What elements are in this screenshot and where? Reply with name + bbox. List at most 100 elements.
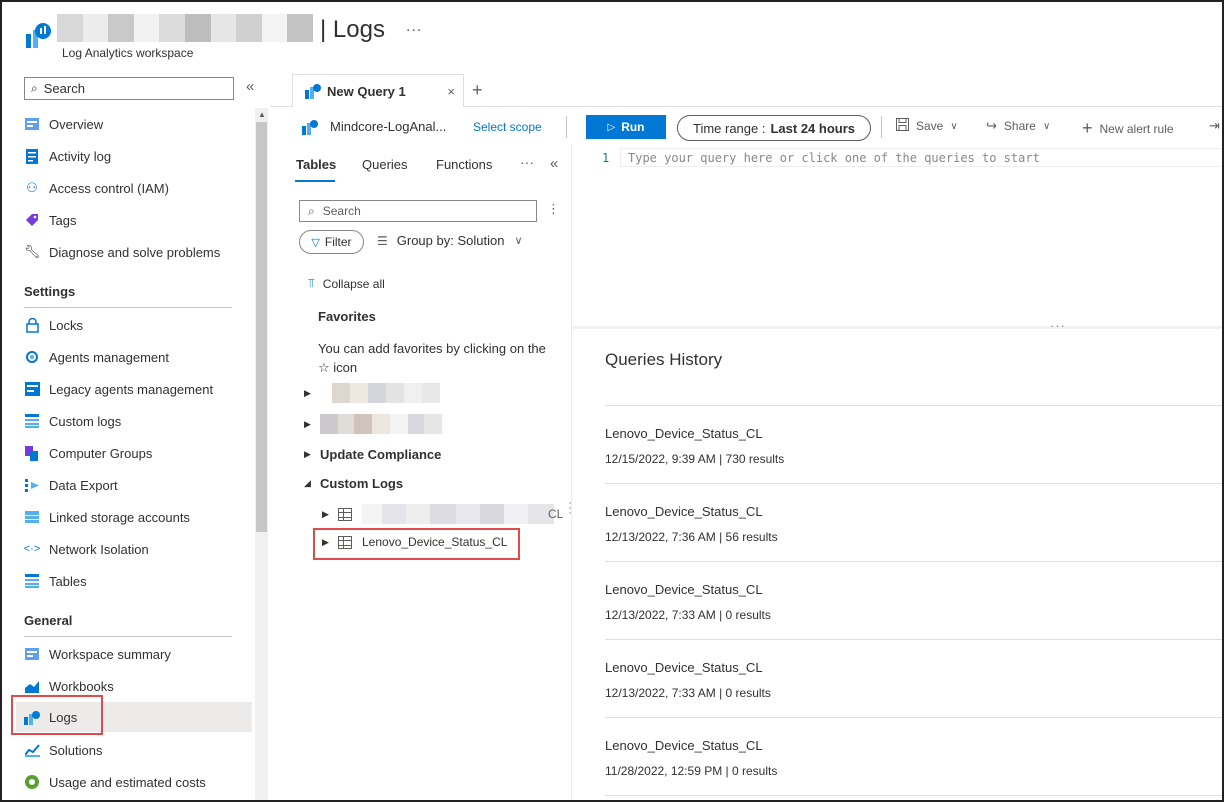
tab-tables[interactable]: Tables — [296, 157, 336, 172]
sidebar-item-computer-groups[interactable]: Computer Groups — [16, 438, 252, 468]
sidebar-item-label: Linked storage accounts — [49, 509, 190, 525]
sidebar-item-linked-storage[interactable]: Linked storage accounts — [16, 502, 252, 532]
sidebar-item-label: Computer Groups — [49, 445, 153, 461]
tree-item-update-compliance[interactable]: ▶ Update Compliance — [304, 447, 441, 462]
tab-new-query-1[interactable]: New Query 1 × — [292, 74, 464, 107]
sidebar-scrollbar[interactable]: ▲ — [255, 108, 268, 800]
sidebar-item-workspace-summary[interactable]: Workspace summary — [16, 639, 252, 669]
collapse-sidebar-icon[interactable]: « — [246, 78, 254, 95]
close-tab-icon[interactable]: × — [447, 84, 455, 99]
tab-functions[interactable]: Functions — [436, 157, 492, 172]
tree-item-redacted-table[interactable]: ▶ CL — [322, 504, 563, 524]
scroll-up-arrow-icon[interactable]: ▲ — [258, 110, 266, 119]
sidebar-item-activity-log[interactable]: Activity log — [16, 141, 252, 171]
sidebar-item-label: Locks — [49, 317, 83, 333]
time-range-picker[interactable]: Time range : Last 24 hours — [677, 115, 871, 141]
log-analytics-icon — [26, 23, 51, 48]
collapse-all-button[interactable]: ⫪ Collapse all — [308, 276, 385, 291]
sidebar-item-tags[interactable]: Tags — [16, 205, 252, 235]
history-item-name: Lenovo_Device_Status_CL — [605, 660, 763, 675]
sidebar-item-network-isolation[interactable]: <·> Network Isolation — [16, 534, 252, 564]
query-editor[interactable]: Type your query here or click one of the… — [628, 151, 1040, 165]
sidebar-item-solutions[interactable]: Solutions — [16, 735, 252, 765]
sidebar-item-label: Activity log — [49, 148, 112, 164]
expand-caret-icon: ▶ — [304, 387, 311, 398]
favorites-header: Favorites — [318, 309, 376, 324]
more-options-icon[interactable]: ... — [406, 18, 422, 36]
sidebar-item-legacy-agents[interactable]: Legacy agents management — [16, 374, 252, 404]
collapse-all-label: Collapse all — [322, 276, 385, 291]
pane-divider — [571, 144, 572, 800]
sidebar-item-locks[interactable]: Locks — [16, 310, 252, 340]
sidebar-item-diagnose[interactable]: 🔧︎ Diagnose and solve problems — [16, 237, 252, 267]
time-range-label: Time range : — [692, 120, 766, 136]
table-grid-icon — [338, 507, 352, 521]
history-item[interactable]: Lenovo_Device_Status_CL 12/15/2022, 9:39… — [605, 406, 1222, 484]
solutions-icon — [24, 742, 40, 758]
sidebar-item-agents-management[interactable]: Agents management — [16, 342, 252, 372]
query-tab-icon — [305, 84, 321, 99]
history-item-meta: 11/28/2022, 12:59 PM | 0 results — [605, 764, 778, 778]
sidebar-item-custom-logs[interactable]: Custom logs — [16, 406, 252, 436]
sidebar-item-overview[interactable]: Overview — [16, 109, 252, 139]
splitter-handle-icon[interactable]: ··· — [1050, 318, 1066, 333]
filter-label: Filter — [324, 235, 352, 249]
history-item-meta: 12/13/2022, 7:36 AM | 56 results — [605, 530, 778, 544]
history-item-meta: 12/15/2022, 9:39 AM | 730 results — [605, 452, 785, 466]
add-tab-icon[interactable]: + — [472, 80, 483, 101]
kebab-menu-icon[interactable]: ⋮ — [547, 201, 560, 217]
queries-history-title: Queries History — [605, 350, 723, 369]
schema-search-input[interactable]: ⌕ Search — [299, 200, 537, 222]
sidebar-item-data-export[interactable]: Data Export — [16, 470, 252, 500]
sidebar-item-tables[interactable]: Tables — [16, 566, 252, 596]
share-label: Share — [1003, 119, 1036, 133]
history-item-name: Lenovo_Device_Status_CL — [605, 504, 763, 519]
save-button[interactable]: Save ∨ — [896, 118, 958, 134]
legacy-agents-icon — [24, 381, 40, 397]
scope-name: Mindcore-LogAnal... — [330, 119, 447, 134]
history-item-name: Lenovo_Device_Status_CL — [605, 582, 763, 597]
summary-icon — [24, 646, 40, 662]
tree-item-custom-logs[interactable]: ◢ Custom Logs — [304, 476, 403, 491]
scope-workspace-icon — [302, 120, 318, 135]
sidebar-item-access-control[interactable]: ⚇ Access control (IAM) — [16, 173, 252, 203]
sidebar-item-usage-costs[interactable]: Usage and estimated costs — [16, 767, 252, 797]
collapse-pane-icon[interactable]: « — [550, 155, 558, 172]
sidebar-item-label: Access control (IAM) — [49, 180, 169, 196]
history-item[interactable]: Lenovo_Device_Status_CL 11/28/2022, 12:5… — [605, 718, 1222, 796]
group-by-dropdown[interactable]: ☰ Group by: Solution ∨ — [377, 233, 523, 248]
scrollbar-thumb[interactable] — [256, 122, 267, 532]
history-item[interactable]: Lenovo_Device_Status_CL 12/13/2022, 7:33… — [605, 562, 1222, 640]
search-icon: ⌕ — [31, 81, 38, 95]
tab-queries[interactable]: Queries — [362, 157, 408, 172]
computer-groups-icon — [24, 445, 40, 461]
sidebar-search-input[interactable]: ⌕ Search — [24, 77, 234, 100]
group-list-icon: ☰ — [377, 233, 388, 248]
logs-highlight-box — [11, 695, 103, 735]
active-tab-indicator — [295, 180, 335, 182]
history-item[interactable]: Lenovo_Device_Status_CL 12/13/2022, 7:36… — [605, 484, 1222, 562]
overflow-icon[interactable]: ⇥ — [1209, 118, 1220, 134]
pane-resize-handle[interactable]: · · · — [568, 496, 572, 518]
sidebar-item-label: Diagnose and solve problems — [49, 244, 221, 260]
table-suffix: CL — [548, 507, 564, 521]
tree-item-redacted[interactable]: ▶ — [304, 383, 440, 403]
page-subtitle: Log Analytics workspace — [62, 46, 194, 60]
run-button[interactable]: ▷ Run — [586, 115, 666, 139]
app-window: | Logs ... Log Analytics workspace ⌕ Sea… — [0, 0, 1224, 802]
toolbar-separator — [566, 116, 567, 138]
tab-label: New Query 1 — [327, 83, 406, 99]
tree-item-redacted[interactable]: ▶ — [304, 414, 442, 434]
activity-log-icon — [24, 148, 40, 164]
select-scope-link[interactable]: Select scope — [473, 120, 542, 134]
history-item[interactable]: Lenovo_Device_Status_CL 12/13/2022, 7:33… — [605, 640, 1222, 718]
more-tabs-icon[interactable]: ··· — [520, 154, 534, 170]
filter-button[interactable]: ▽ Filter — [299, 230, 364, 254]
history-item-meta: 12/13/2022, 7:33 AM | 0 results — [605, 686, 771, 700]
redacted-workspace-name — [57, 14, 313, 42]
history-item-name: Lenovo_Device_Status_CL — [605, 738, 763, 753]
sidebar-item-label: Data Export — [49, 477, 118, 493]
new-alert-rule-button[interactable]: + New alert rule — [1082, 118, 1174, 139]
editor-results-splitter[interactable] — [572, 326, 1222, 329]
share-button[interactable]: ↪ Share ∨ — [986, 118, 1050, 134]
